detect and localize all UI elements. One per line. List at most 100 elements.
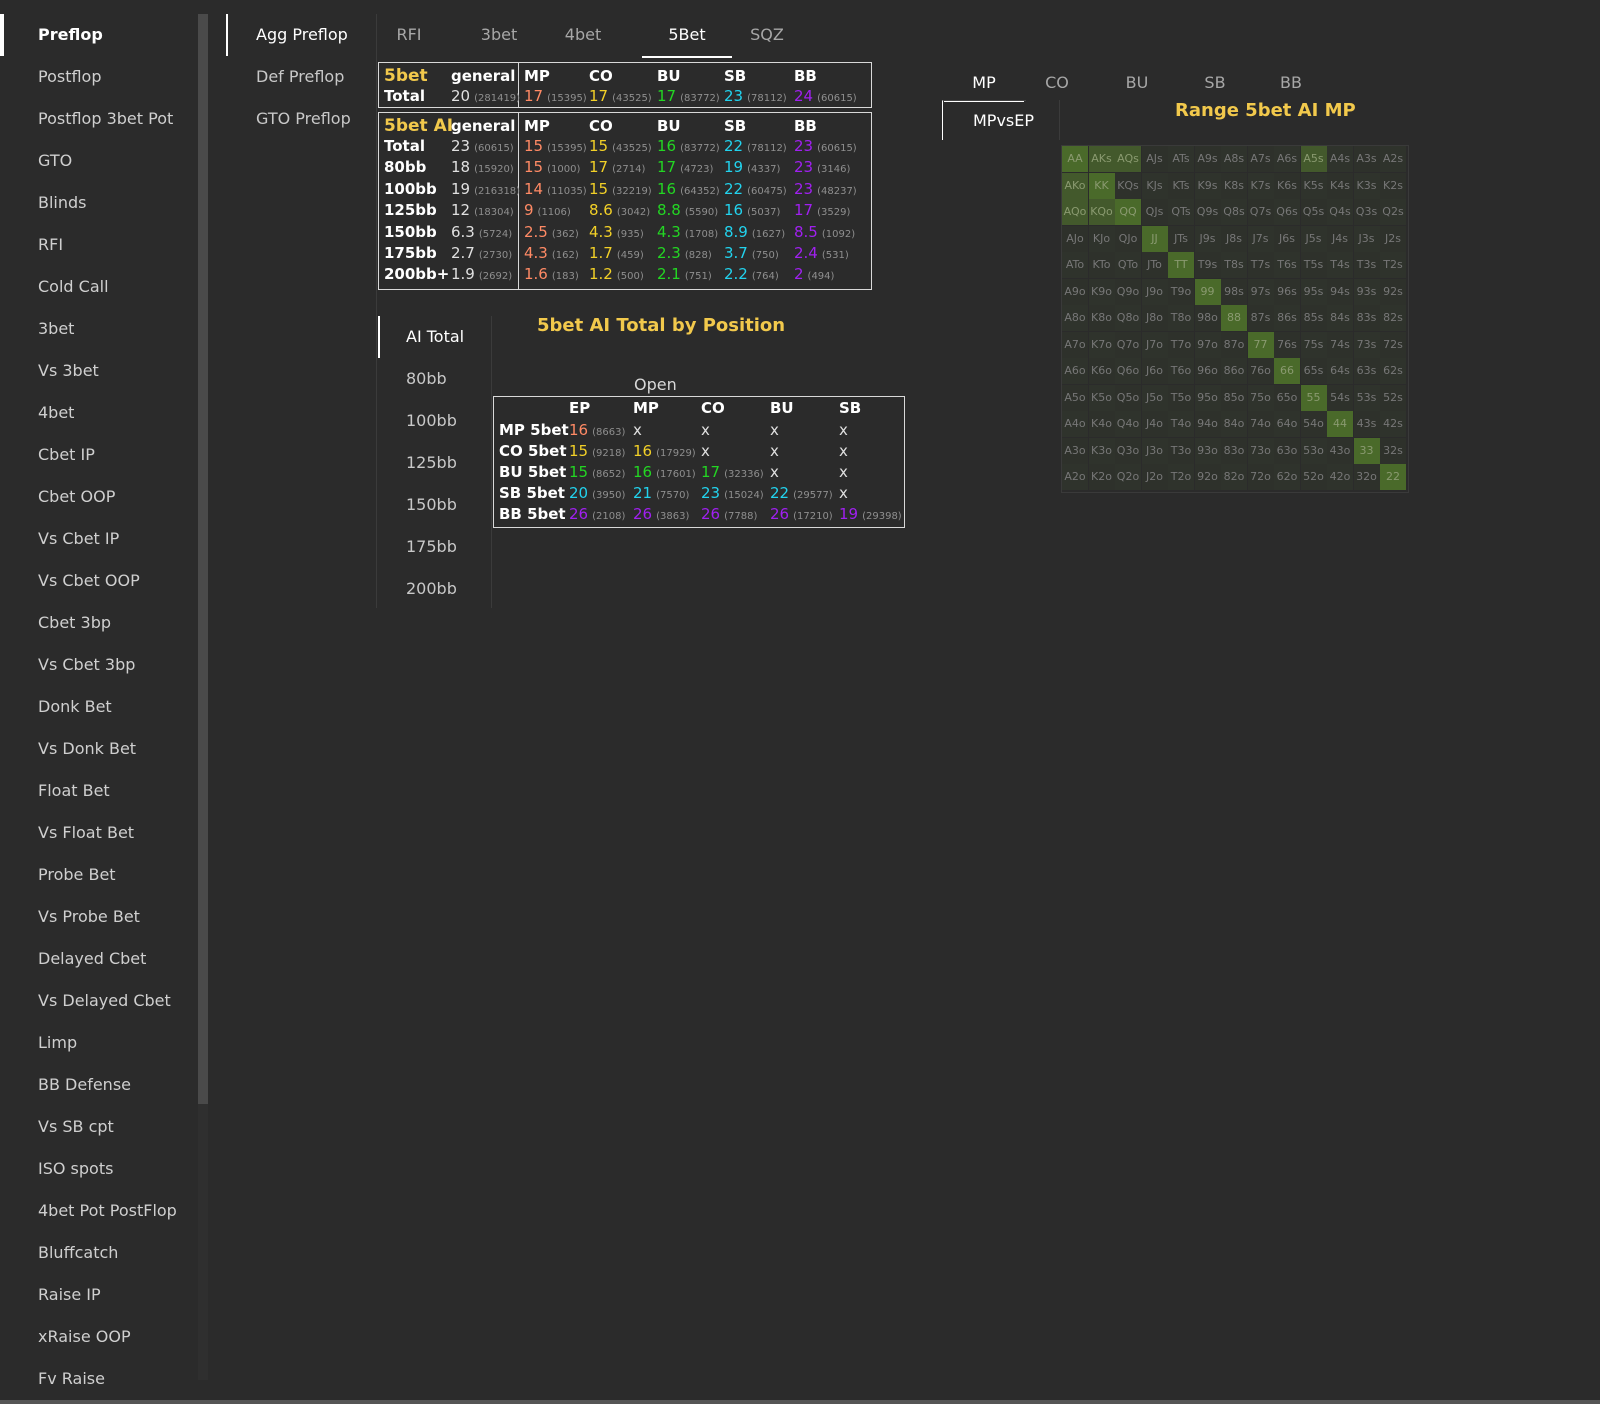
hand-cell[interactable]: 73s — [1353, 331, 1380, 358]
hand-cell[interactable]: 87s — [1247, 305, 1274, 331]
hand-cell[interactable]: 77 — [1247, 331, 1274, 358]
hand-cell[interactable]: J2s — [1380, 225, 1406, 252]
range-tab-co[interactable]: CO — [1028, 66, 1086, 100]
hand-cell[interactable]: J3o — [1141, 437, 1168, 464]
hand-cell[interactable]: T2o — [1168, 464, 1194, 490]
hand-cell[interactable]: J5o — [1141, 384, 1168, 411]
hand-cell[interactable]: 33 — [1353, 437, 1380, 464]
hand-cell[interactable]: 54s — [1327, 384, 1353, 411]
hand-cell[interactable]: Q3s — [1353, 199, 1380, 225]
hand-cell[interactable]: 74s — [1327, 331, 1353, 358]
hand-cell[interactable]: A5s — [1300, 146, 1327, 172]
hand-cell[interactable]: KJo — [1088, 225, 1115, 252]
hand-cell[interactable]: 93o — [1194, 437, 1221, 464]
stack-item-80bb[interactable]: 80bb — [378, 358, 488, 400]
hand-cell[interactable]: A6o — [1062, 358, 1088, 384]
hand-cell[interactable]: 32s — [1380, 437, 1406, 464]
hand-cell[interactable]: Q2s — [1380, 199, 1406, 225]
hand-cell[interactable]: 84o — [1221, 411, 1247, 437]
hand-cell[interactable]: 54o — [1300, 411, 1327, 437]
hand-cell[interactable]: AKo — [1062, 172, 1088, 199]
hand-cell[interactable]: T6s — [1274, 252, 1300, 278]
subnav-item-def-preflop[interactable]: Def Preflop — [226, 56, 376, 98]
range-tab-bb[interactable]: BB — [1262, 66, 1320, 100]
hand-cell[interactable]: A6s — [1274, 146, 1300, 172]
hand-cell[interactable]: A7o — [1062, 331, 1088, 358]
hand-cell[interactable]: 87o — [1221, 331, 1247, 358]
hand-cell[interactable]: 62s — [1380, 358, 1406, 384]
hand-cell[interactable]: A4s — [1327, 146, 1353, 172]
hand-cell[interactable]: T8s — [1221, 252, 1247, 278]
hand-cell[interactable]: KQs — [1115, 172, 1141, 199]
hand-cell[interactable]: 98o — [1194, 305, 1221, 331]
hand-cell[interactable]: T5s — [1300, 252, 1327, 278]
hand-cell[interactable]: T4s — [1327, 252, 1353, 278]
hand-cell[interactable]: A3o — [1062, 437, 1088, 464]
hand-cell[interactable]: JJ — [1141, 225, 1168, 252]
hand-cell[interactable]: AQo — [1062, 199, 1088, 225]
hand-cell[interactable]: A9o — [1062, 278, 1088, 305]
hand-cell[interactable]: QTs — [1168, 199, 1194, 225]
hand-cell[interactable]: T5o — [1168, 384, 1194, 411]
hand-cell[interactable]: 43s — [1353, 411, 1380, 437]
hand-cell[interactable]: 85s — [1300, 305, 1327, 331]
hand-cell[interactable]: 76o — [1247, 358, 1274, 384]
hand-cell[interactable]: 84s — [1327, 305, 1353, 331]
hand-cell[interactable]: J9s — [1194, 225, 1221, 252]
hand-cell[interactable]: 63o — [1274, 437, 1300, 464]
hand-cell[interactable]: Q6o — [1115, 358, 1141, 384]
hand-cell[interactable]: QTo — [1115, 252, 1141, 278]
stack-item-150bb[interactable]: 150bb — [378, 484, 488, 526]
hand-cell[interactable]: K7s — [1247, 172, 1274, 199]
stack-item-200bb[interactable]: 200bb — [378, 568, 488, 610]
hand-cell[interactable]: T3o — [1168, 437, 1194, 464]
hand-cell[interactable]: KTs — [1168, 172, 1194, 199]
range-tab-bu[interactable]: BU — [1108, 66, 1166, 100]
hand-cell[interactable]: A9s — [1194, 146, 1221, 172]
hand-cell[interactable]: 82s — [1380, 305, 1406, 331]
hand-cell[interactable]: A8s — [1221, 146, 1247, 172]
hand-cell[interactable]: 86s — [1274, 305, 1300, 331]
hand-cell[interactable]: K9s — [1194, 172, 1221, 199]
hand-cell[interactable]: 43o — [1327, 437, 1353, 464]
hand-cell[interactable]: 73o — [1247, 437, 1274, 464]
hand-cell[interactable]: QJo — [1115, 225, 1141, 252]
hand-cell[interactable]: A2o — [1062, 464, 1088, 490]
hand-cell[interactable]: ATo — [1062, 252, 1088, 278]
hand-cell[interactable]: 75s — [1300, 331, 1327, 358]
hand-cell[interactable]: K5o — [1088, 384, 1115, 411]
hand-cell[interactable]: K8o — [1088, 305, 1115, 331]
tab-4bet[interactable]: 4bet — [550, 14, 616, 56]
hand-cell[interactable]: Q2o — [1115, 464, 1141, 490]
hand-cell[interactable]: 92o — [1194, 464, 1221, 490]
hand-cell[interactable]: T4o — [1168, 411, 1194, 437]
hand-cell[interactable]: 62o — [1274, 464, 1300, 490]
hand-cell[interactable]: 97s — [1247, 278, 1274, 305]
hand-cell[interactable]: 88 — [1221, 305, 1247, 331]
hand-cell[interactable]: 98s — [1221, 278, 1247, 305]
hand-cell[interactable]: A7s — [1247, 146, 1274, 172]
hand-cell[interactable]: 52s — [1380, 384, 1406, 411]
hand-cell[interactable]: 42o — [1327, 464, 1353, 490]
hand-cell[interactable]: J4s — [1327, 225, 1353, 252]
hand-cell[interactable]: Q7o — [1115, 331, 1141, 358]
hand-cell[interactable]: A2s — [1380, 146, 1406, 172]
hand-cell[interactable]: J6o — [1141, 358, 1168, 384]
hand-cell[interactable]: K5s — [1300, 172, 1327, 199]
matchup-tab-mpvsep[interactable]: MPvsEP — [942, 100, 1034, 140]
hand-cell[interactable]: T7s — [1247, 252, 1274, 278]
hand-cell[interactable]: T3s — [1353, 252, 1380, 278]
hand-cell[interactable]: 95o — [1194, 384, 1221, 411]
hand-cell[interactable]: 76s — [1274, 331, 1300, 358]
hand-cell[interactable]: 72s — [1380, 331, 1406, 358]
hand-cell[interactable]: QQ — [1115, 199, 1141, 225]
stack-item-125bb[interactable]: 125bb — [378, 442, 488, 484]
hand-cell[interactable]: J9o — [1141, 278, 1168, 305]
hand-cell[interactable]: Q6s — [1274, 199, 1300, 225]
hand-cell[interactable]: K4s — [1327, 172, 1353, 199]
hand-cell[interactable]: 53o — [1300, 437, 1327, 464]
hand-cell[interactable]: J5s — [1300, 225, 1327, 252]
hand-cell[interactable]: J2o — [1141, 464, 1168, 490]
hand-cell[interactable]: 95s — [1300, 278, 1327, 305]
hand-cell[interactable]: 99 — [1194, 278, 1221, 305]
